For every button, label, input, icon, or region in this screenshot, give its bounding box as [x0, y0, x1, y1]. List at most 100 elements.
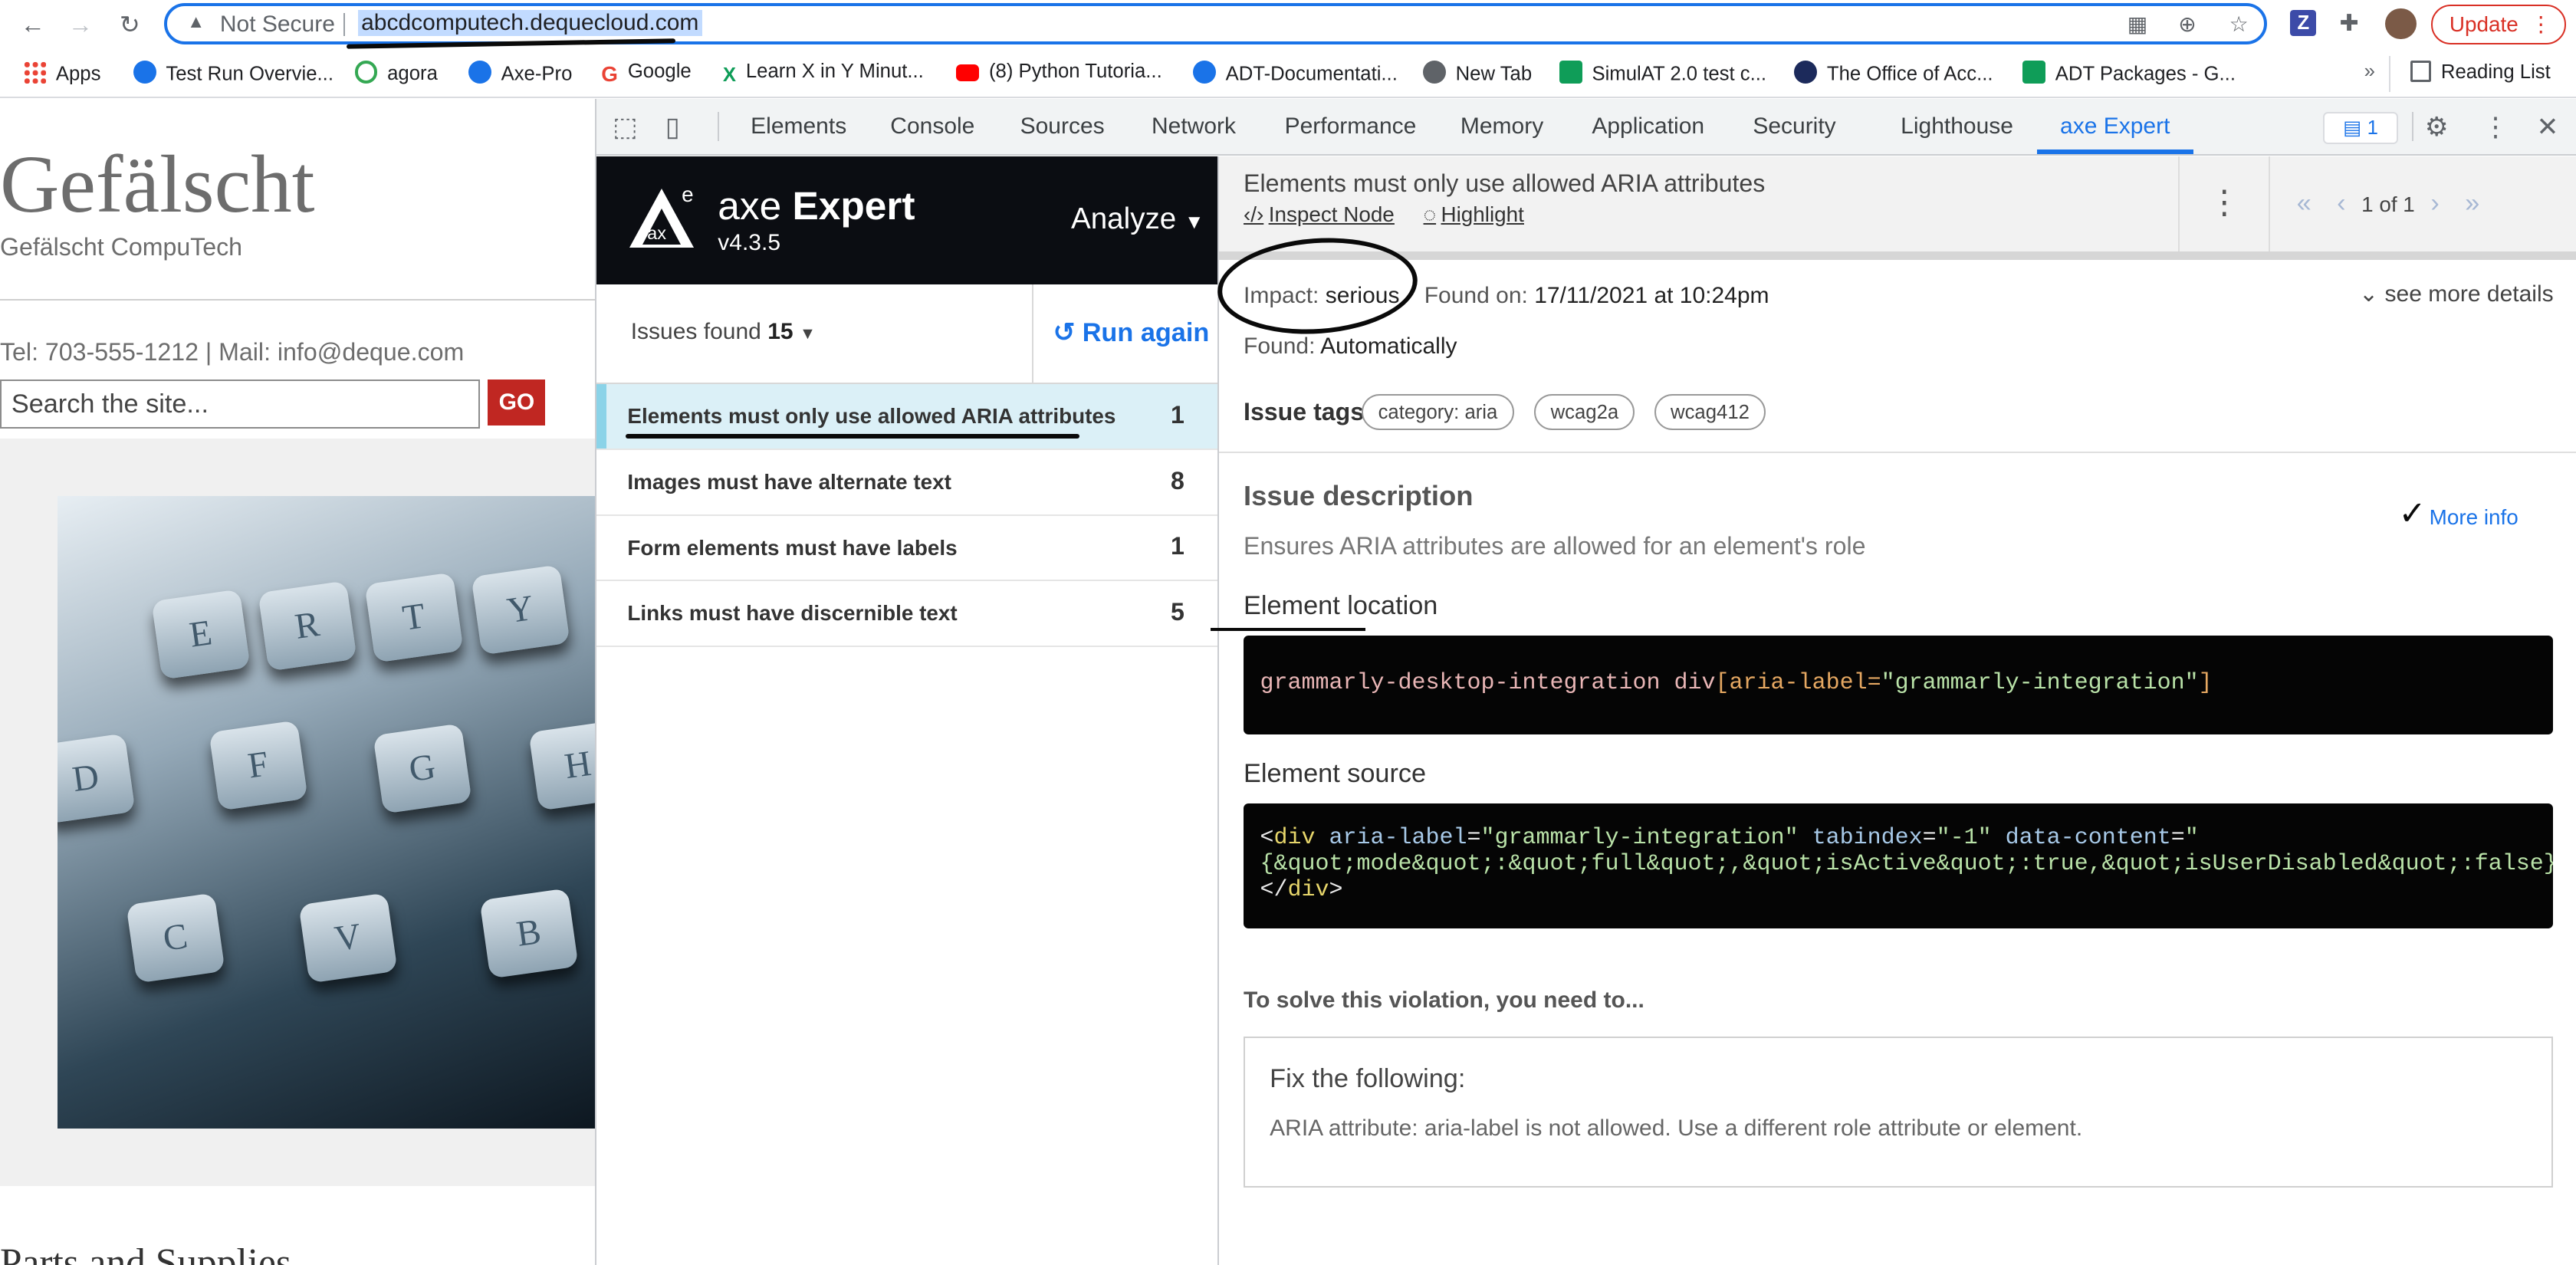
- code-line: </div>: [1260, 877, 2536, 903]
- bookmark-test-run[interactable]: Test Run Overvie...: [133, 61, 334, 86]
- install-app-icon[interactable]: ▦: [2128, 12, 2147, 37]
- security-label[interactable]: Not Secure: [220, 12, 335, 38]
- tab-divider: [718, 111, 720, 142]
- zotero-extension-icon[interactable]: Z: [2290, 9, 2317, 37]
- reload-icon[interactable]: ↻: [112, 7, 148, 43]
- issue-row[interactable]: Images must have alternate text 8: [596, 450, 1217, 516]
- site-title[interactable]: Gefälscht: [0, 138, 314, 232]
- extensions-puzzle-icon[interactable]: ✚: [2339, 10, 2358, 37]
- issues-badge[interactable]: ▤ 1: [2322, 111, 2399, 145]
- tab-application[interactable]: Application: [1592, 99, 1704, 155]
- more-bookmarks-icon[interactable]: »: [2364, 61, 2375, 83]
- last-page-icon[interactable]: »: [2465, 189, 2479, 218]
- next-page-icon[interactable]: ›: [2430, 189, 2439, 218]
- tab-sources[interactable]: Sources: [1020, 99, 1105, 155]
- found-on-label: Found on:: [1424, 282, 1528, 308]
- reading-list[interactable]: Reading List: [2410, 61, 2551, 84]
- bookmark-python[interactable]: (8) Python Tutoria...: [956, 61, 1162, 83]
- bookmark-agora[interactable]: agora: [354, 61, 438, 85]
- annotation-underline: [1211, 627, 1365, 631]
- see-more-details[interactable]: ⌄ see more details: [2359, 281, 2554, 307]
- warning-icon: ▲: [186, 11, 205, 31]
- contact-info: Tel: 703-555-1212 | Mail: info@deque.com: [0, 338, 465, 366]
- analyze-dropdown[interactable]: Analyze ▼: [1071, 202, 1204, 236]
- found-value: Automatically: [1320, 333, 1457, 359]
- keyboard-key: V: [298, 892, 398, 984]
- refresh-icon: ↺: [1053, 317, 1076, 347]
- tab-memory[interactable]: Memory: [1460, 99, 1543, 155]
- issue-row[interactable]: Form elements must have labels 1: [596, 516, 1217, 582]
- code-attr: [aria-label=: [1715, 670, 1881, 697]
- update-label: Update: [2449, 12, 2518, 37]
- back-icon[interactable]: ←: [15, 7, 51, 43]
- code-tag: div: [1287, 877, 1329, 904]
- tab-elements[interactable]: Elements: [751, 99, 846, 155]
- element-location-code[interactable]: grammarly-desktop-integration div[aria-l…: [1244, 636, 2553, 734]
- pager-text: 1 of 1: [2361, 192, 2415, 217]
- apps-grid-icon: [23, 61, 46, 84]
- keyboard-key: B: [479, 888, 579, 979]
- code-punct: =: [1467, 824, 1481, 851]
- device-toolbar-icon[interactable]: ▯: [665, 112, 680, 143]
- tab-performance[interactable]: Performance: [1285, 99, 1417, 155]
- bookmark-learn-x[interactable]: X Learn X in Y Minut...: [723, 61, 924, 87]
- issue-count: 5: [1171, 597, 1184, 626]
- chevron-down-icon: ⌄: [2359, 281, 2379, 307]
- bookmark-adt-doc[interactable]: ADT-Documentati...: [1192, 61, 1398, 86]
- code-attr-name: aria-label: [1315, 824, 1467, 851]
- tab-console[interactable]: Console: [890, 99, 974, 155]
- caret-down-icon: ▼: [799, 324, 816, 343]
- inspect-element-icon[interactable]: ⬚: [613, 112, 637, 143]
- tab-lighthouse[interactable]: Lighthouse: [1901, 99, 2013, 155]
- element-source-heading: Element source: [1244, 759, 1427, 788]
- element-source-code[interactable]: <div aria-label="grammarly-integration" …: [1244, 803, 2553, 928]
- forward-icon[interactable]: →: [62, 7, 98, 43]
- code-punct: =: [2170, 824, 2185, 851]
- issue-tags-label: Issue tags: [1244, 397, 1365, 426]
- more-info-link[interactable]: ✓ More info: [2398, 495, 2518, 533]
- issue-row[interactable]: Links must have discernible text 5: [596, 582, 1217, 648]
- highlight-link[interactable]: ◌ Highlight: [1424, 202, 1524, 226]
- site-search-input[interactable]: Search the site...: [0, 379, 480, 429]
- bookmark-apps[interactable]: Apps: [23, 61, 100, 86]
- go-button[interactable]: GO: [488, 379, 546, 426]
- issue-description-heading: Issue description: [1244, 479, 1474, 511]
- tab-axe-expert[interactable]: axe Expert: [2060, 99, 2170, 155]
- bookmark-adt-packages[interactable]: ADT Packages - G...: [2022, 61, 2236, 86]
- bookmark-office[interactable]: The Office of Acc...: [1794, 61, 1993, 86]
- issues-found-dropdown[interactable]: Issues found 15 ▼: [631, 319, 816, 345]
- previous-page-icon[interactable]: ‹: [2337, 189, 2345, 218]
- code-punct: </: [1260, 877, 1288, 904]
- web-page: Gefälscht Gefälscht CompuTech Tel: 703-5…: [0, 98, 595, 1265]
- inspect-node-link[interactable]: ‹/› Inspect Node: [1244, 202, 1395, 226]
- bookmark-star-icon[interactable]: ☆: [2229, 12, 2249, 37]
- tab-network[interactable]: Network: [1152, 99, 1236, 155]
- profile-avatar[interactable]: [2385, 8, 2417, 40]
- code-attr-close: ]: [2198, 670, 2213, 697]
- found-on: Found on: 17/11/2021 at 10:24pm: [1424, 283, 1769, 309]
- bookmark-google[interactable]: G Google: [601, 61, 691, 85]
- zoom-icon[interactable]: ⊕: [2178, 12, 2196, 37]
- run-again-button[interactable]: ↺ Run again: [1053, 317, 1209, 348]
- more-options-icon[interactable]: ⋮: [2482, 112, 2509, 143]
- tab-security[interactable]: Security: [1753, 99, 1835, 155]
- devtools-panel: ⬚ ▯ Elements Console Sources Network Per…: [594, 98, 2576, 1265]
- section-title: Parts and Supplies: [0, 1240, 291, 1265]
- bookmark-new-tab[interactable]: New Tab: [1422, 61, 1532, 86]
- bookmark-axe-pro[interactable]: Axe-Pro: [468, 61, 572, 86]
- detail-menu-icon[interactable]: ⋮: [2178, 156, 2271, 251]
- reading-list-icon: [2410, 61, 2432, 82]
- bookmark-simulat[interactable]: SimulAT 2.0 test c...: [1559, 61, 1766, 86]
- address-bar[interactable]: ▲ Not Secure abcdcomputech.dequecloud.co…: [164, 3, 2268, 44]
- keyboard-key: C: [126, 892, 225, 984]
- issues-found-count: 15: [767, 318, 794, 344]
- bookmark-label: (8) Python Tutoria...: [989, 61, 1162, 83]
- update-button[interactable]: Update ⋮: [2431, 5, 2567, 44]
- close-icon[interactable]: ✕: [2536, 112, 2558, 143]
- issue-row[interactable]: Elements must only use allowed ARIA attr…: [596, 384, 1217, 450]
- url-text[interactable]: abcdcomputech.dequecloud.com: [357, 9, 702, 36]
- settings-gear-icon[interactable]: ⚙: [2425, 112, 2449, 143]
- first-page-icon[interactable]: «: [2297, 189, 2312, 218]
- keyboard-key: G: [373, 723, 472, 814]
- found: Found: Automatically: [1244, 334, 1457, 360]
